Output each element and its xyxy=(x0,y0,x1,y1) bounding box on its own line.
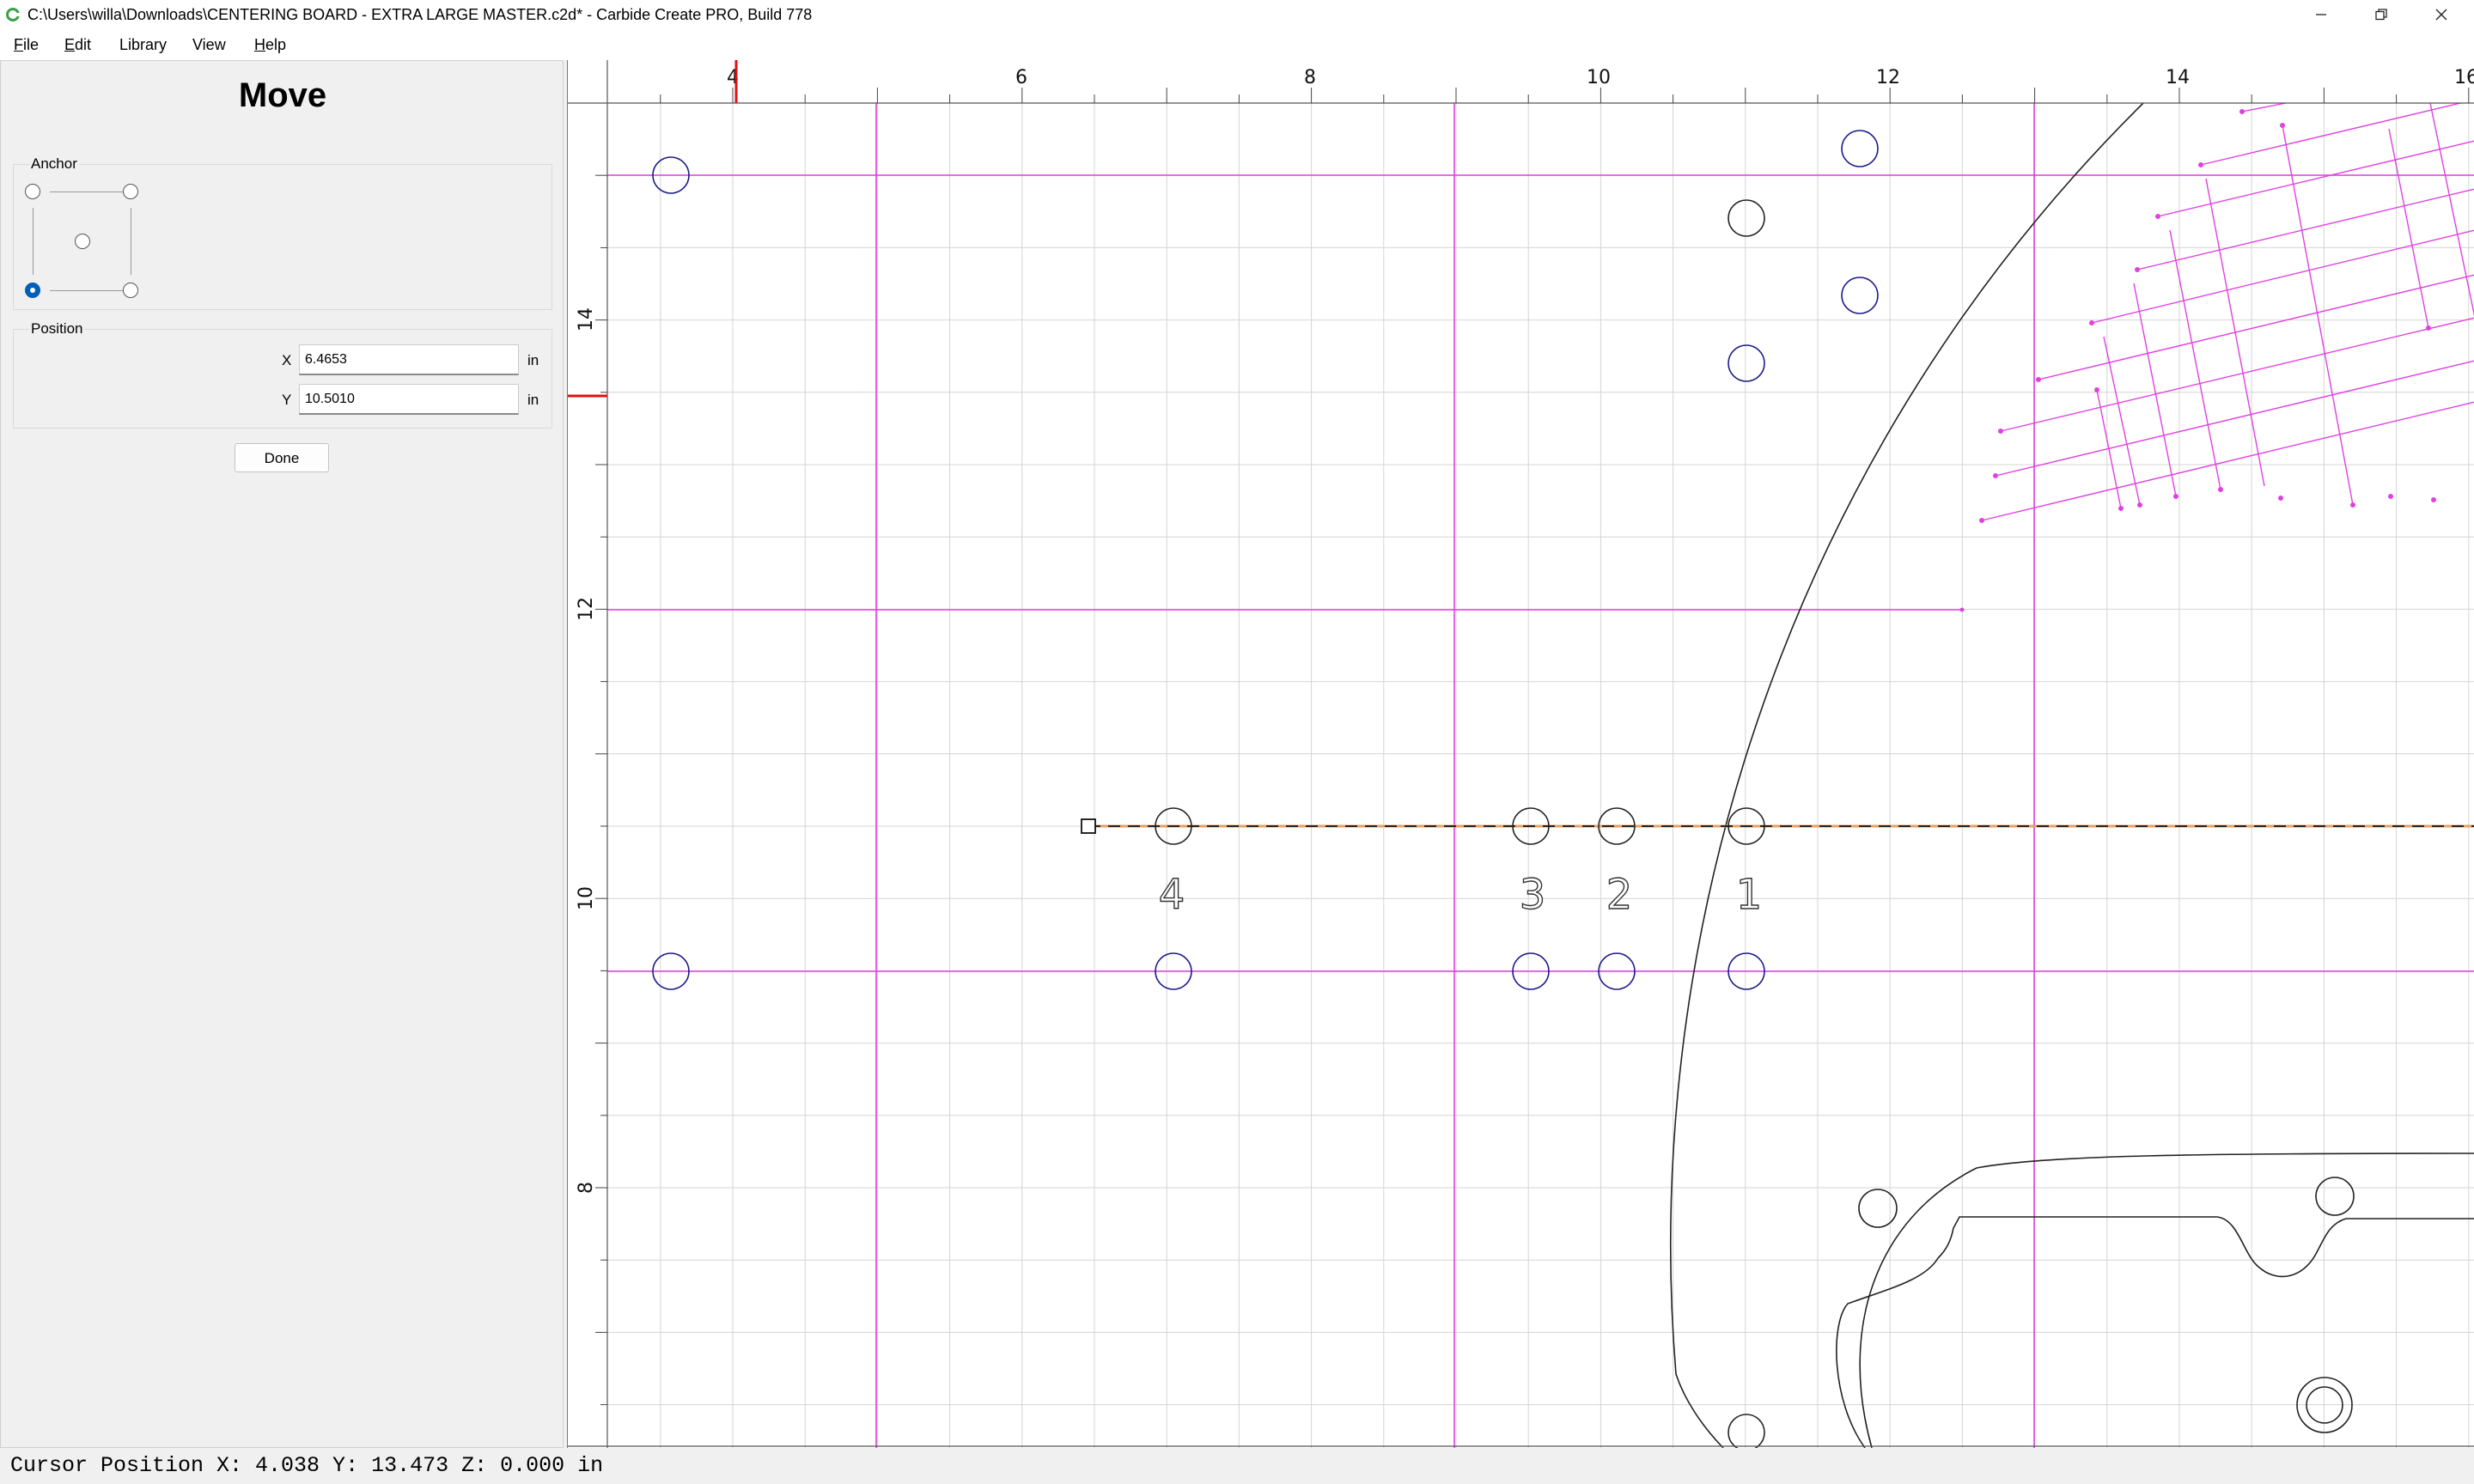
carbide-c-icon xyxy=(6,8,21,21)
menu-bar: File Edit Library View Help xyxy=(0,29,2474,60)
anchor-center-radio[interactable] xyxy=(75,234,90,249)
ruler-label-8: 8 xyxy=(1304,67,1316,88)
title-bar: C:\Users\willa\Downloads\CENTERING BOARD… xyxy=(0,0,2474,29)
ruler-label-8-v: 8 xyxy=(576,1182,597,1194)
menu-help-mnemonic: H xyxy=(254,36,265,53)
x-label: X xyxy=(282,352,292,368)
cursor-position-readout: Cursor Position X: 4.038 Y: 13.473 Z: 0.… xyxy=(10,1453,604,1478)
hole-label-2: 2 xyxy=(1606,871,1633,919)
close-icon xyxy=(2435,9,2447,21)
restore-button[interactable] xyxy=(2352,0,2410,29)
x-position-input[interactable] xyxy=(299,344,519,375)
ruler-label-10: 10 xyxy=(1587,67,1611,88)
ruler-label-16: 16 xyxy=(2454,67,2474,88)
anchor-bottom-right-radio[interactable] xyxy=(123,283,138,298)
ruler-label-14-v: 14 xyxy=(576,307,597,331)
menu-help-label: elp xyxy=(265,36,287,53)
move-panel: Move Anchor Position X in Y in Done xyxy=(0,60,564,1448)
y-unit: in xyxy=(527,392,539,408)
ruler-label-12-v: 12 xyxy=(576,597,597,621)
position-group: Position X in Y in xyxy=(13,320,552,429)
restore-icon xyxy=(2375,9,2387,21)
menu-file-label: ile xyxy=(23,36,40,53)
hole-label-1: 1 xyxy=(1736,871,1763,919)
status-bar: Cursor Position X: 4.038 Y: 13.473 Z: 0.… xyxy=(0,1448,2474,1484)
menu-file[interactable]: File xyxy=(9,33,44,57)
menu-edit-mnemonic: E xyxy=(64,36,76,53)
window-title: C:\Users\willa\Downloads\CENTERING BOARD… xyxy=(27,6,813,23)
menu-library-label: Library xyxy=(119,36,168,53)
canvas-drawing[interactable]: 4 3 2 1 4 6 8 10 12 14 16 14 12 10 8 xyxy=(568,60,2474,1448)
hole-label-4: 4 xyxy=(1159,871,1185,919)
anchor-top-left-radio[interactable] xyxy=(25,184,40,199)
position-label: Position xyxy=(29,320,85,338)
anchor-bottom-left-radio[interactable] xyxy=(25,283,40,298)
menu-library[interactable]: Library xyxy=(114,33,172,57)
anchor-label: Anchor xyxy=(29,155,79,173)
menu-edit-label: dit xyxy=(75,36,92,53)
menu-edit[interactable]: Edit xyxy=(59,33,96,57)
y-label: Y xyxy=(282,392,292,408)
hole-label-3: 3 xyxy=(1520,871,1546,919)
menu-view[interactable]: View xyxy=(187,33,231,57)
ruler-label-10-v: 10 xyxy=(576,886,597,910)
minimize-button[interactable] xyxy=(2292,0,2350,29)
menu-file-mnemonic: F xyxy=(14,36,23,53)
anchor-group: Anchor xyxy=(13,155,552,310)
ruler-label-12: 12 xyxy=(1876,67,1900,88)
guide-endpoint xyxy=(1959,607,1965,612)
anchor-frame-bottom xyxy=(50,290,125,291)
x-unit: in xyxy=(527,352,539,368)
ruler-label-6: 6 xyxy=(1015,67,1027,88)
y-position-input[interactable] xyxy=(299,384,519,415)
anchor-top-right-radio[interactable] xyxy=(123,184,138,199)
menu-help[interactable]: Help xyxy=(249,33,291,57)
ruler-label-14: 14 xyxy=(2166,67,2190,88)
panel-title: Move xyxy=(238,76,327,114)
done-button[interactable]: Done xyxy=(235,443,329,472)
close-button[interactable] xyxy=(2412,0,2471,29)
menu-view-label: View xyxy=(192,36,226,53)
anchor-handle[interactable] xyxy=(1081,818,1096,834)
minimize-icon xyxy=(2316,14,2326,15)
design-canvas[interactable]: 4 3 2 1 4 6 8 10 12 14 16 14 12 10 8 xyxy=(567,60,2474,1448)
anchor-frame-left xyxy=(33,208,34,275)
